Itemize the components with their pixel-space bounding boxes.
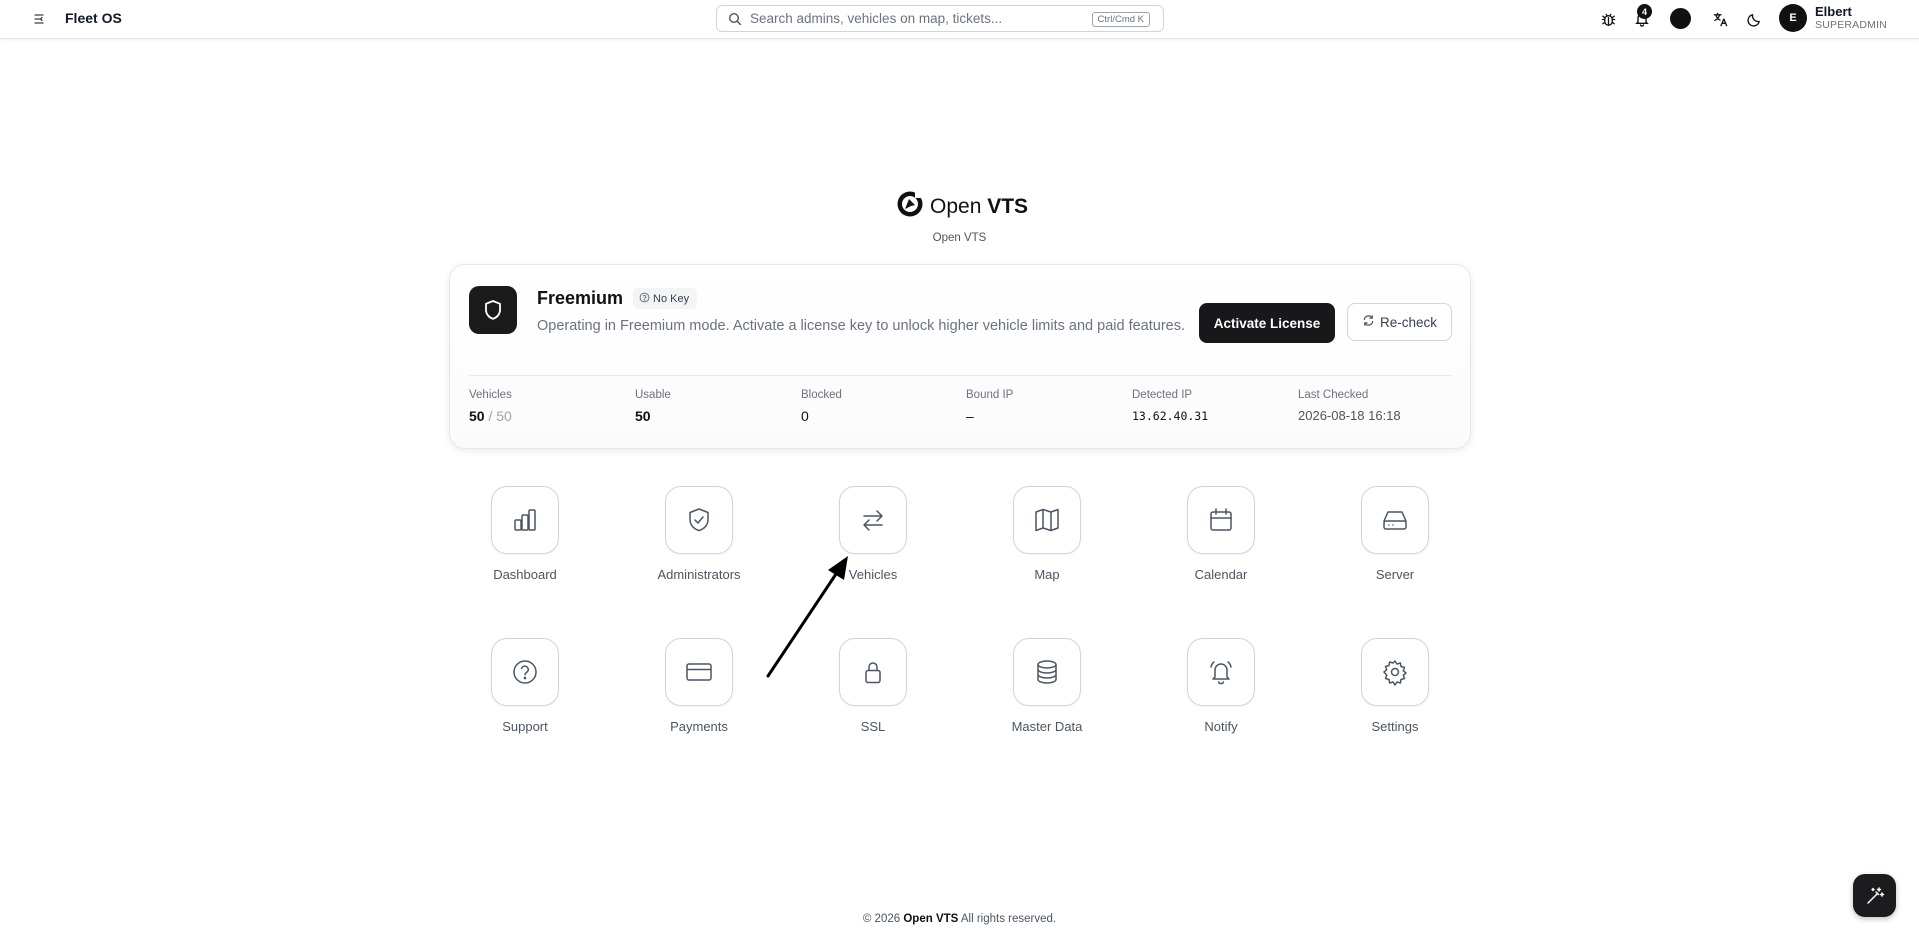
magic-wand-icon — [1866, 886, 1884, 904]
tile-master-data-label: Master Data — [1011, 719, 1083, 734]
stat-last-checked-value: 2026-08-18 16:18 — [1298, 408, 1401, 423]
tile-master-data[interactable]: Master Data — [977, 638, 1117, 734]
stat-usable-value: 50 — [635, 408, 651, 424]
notification-count-badge: 4 — [1637, 4, 1652, 19]
search-input[interactable]: Search admins, vehicles on map, tickets.… — [716, 5, 1164, 32]
no-key-badge-label: No Key — [653, 292, 690, 305]
tile-ssl-label: SSL — [860, 719, 886, 734]
search-placeholder: Search admins, vehicles on map, tickets.… — [750, 11, 1003, 26]
tile-support-label: Support — [502, 719, 548, 734]
stat-usable-label: Usable — [635, 389, 671, 401]
hard-drive-icon — [1361, 486, 1429, 554]
gear-icon — [1361, 638, 1429, 706]
brand-name: Open VTS — [930, 194, 1029, 218]
tile-server[interactable]: Server — [1325, 486, 1465, 582]
tile-support[interactable]: Support — [455, 638, 595, 734]
credit-card-icon — [665, 638, 733, 706]
recheck-button[interactable]: Re-check — [1347, 303, 1452, 341]
tile-payments-label: Payments — [670, 719, 728, 734]
stat-vehicles-value: 50 / 50 — [469, 408, 512, 424]
stat-blocked: Blocked 0 — [801, 389, 842, 424]
stat-usable: Usable 50 — [635, 389, 671, 424]
stat-bound-ip: Bound IP – — [966, 389, 1013, 424]
card-divider — [469, 375, 1451, 376]
stat-vehicles-label: Vehicles — [469, 389, 512, 401]
footer-brand[interactable]: Open VTS — [903, 913, 958, 925]
app-name: Fleet OS — [65, 10, 122, 26]
help-circle-icon — [639, 292, 650, 306]
stat-blocked-label: Blocked — [801, 389, 842, 401]
tile-calendar[interactable]: Calendar — [1151, 486, 1291, 582]
map-icon — [1013, 486, 1081, 554]
tile-settings[interactable]: Settings — [1325, 638, 1465, 734]
tile-notify-label: Notify — [1204, 719, 1238, 734]
tile-server-label: Server — [1375, 567, 1415, 582]
stat-bound-ip-value: – — [966, 408, 974, 424]
tile-map-label: Map — [1034, 567, 1060, 582]
bell-ring-icon — [1187, 638, 1255, 706]
tile-calendar-label: Calendar — [1194, 567, 1248, 582]
brand-logo: Open VTS — [896, 190, 1028, 223]
stat-last-checked: Last Checked 2026-08-18 16:18 — [1298, 389, 1401, 423]
search-icon — [728, 12, 742, 31]
translate-icon[interactable] — [1709, 8, 1731, 30]
ai-assistant-button[interactable] — [1853, 874, 1896, 917]
stat-vehicles: Vehicles 50 / 50 — [469, 389, 512, 424]
bar-chart-icon — [491, 486, 559, 554]
search-shortcut-hint: Ctrl/Cmd K — [1091, 12, 1150, 27]
user-role: SUPERADMIN — [1815, 19, 1888, 31]
footer: © 2026 Open VTS All rights reserved. — [0, 913, 1919, 925]
moon-icon[interactable] — [1743, 8, 1765, 30]
recheck-button-label: Re-check — [1379, 314, 1438, 330]
shield-icon — [469, 286, 517, 334]
brand-logo-icon — [896, 190, 924, 223]
stat-bound-ip-label: Bound IP — [966, 389, 1014, 401]
no-key-badge: No Key — [633, 288, 698, 309]
annotation-arrow — [760, 548, 860, 688]
refresh-icon — [1362, 314, 1375, 330]
license-card: Freemium No Key Operating in Freemium mo… — [449, 264, 1471, 449]
top-bar: Fleet OS Search admins, vehicles on map,… — [0, 0, 1919, 39]
stat-last-checked-label: Last Checked — [1298, 389, 1369, 401]
tile-dashboard[interactable]: Dashboard — [455, 486, 595, 582]
footer-copyright: © 2026 — [862, 913, 901, 925]
activate-license-button[interactable]: Activate License — [1199, 303, 1335, 343]
tile-administrators[interactable]: Administrators — [629, 486, 769, 582]
brand-subtitle: Open VTS — [932, 232, 987, 244]
tile-dashboard-label: Dashboard — [493, 567, 557, 582]
license-plan-title: Freemium — [537, 288, 624, 308]
shield-check-icon — [665, 486, 733, 554]
tile-payments[interactable]: Payments — [629, 638, 769, 734]
tile-map[interactable]: Map — [977, 486, 1117, 582]
calendar-icon — [1187, 486, 1255, 554]
database-icon — [1013, 638, 1081, 706]
stat-detected-ip-value: 13.62.40.31 — [1132, 409, 1209, 423]
license-description: Operating in Freemium mode. Activate a l… — [537, 318, 1185, 334]
bug-icon[interactable] — [1597, 8, 1619, 30]
help-circle-icon — [491, 638, 559, 706]
tile-administrators-label: Administrators — [657, 567, 741, 582]
menu-toggle-icon[interactable] — [30, 10, 48, 28]
stat-detected-ip-label: Detected IP — [1132, 389, 1193, 401]
tile-settings-label: Settings — [1371, 719, 1419, 734]
theme-color-circle[interactable] — [1670, 8, 1691, 29]
user-name[interactable]: Elbert — [1815, 4, 1852, 19]
tile-notify[interactable]: Notify — [1151, 638, 1291, 734]
stat-detected-ip: Detected IP 13.62.40.31 — [1132, 389, 1208, 423]
footer-rights: All rights reserved. — [960, 913, 1057, 925]
stat-blocked-value: 0 — [801, 408, 809, 424]
arrows-swap-icon — [839, 486, 907, 554]
avatar[interactable]: E — [1779, 4, 1807, 32]
